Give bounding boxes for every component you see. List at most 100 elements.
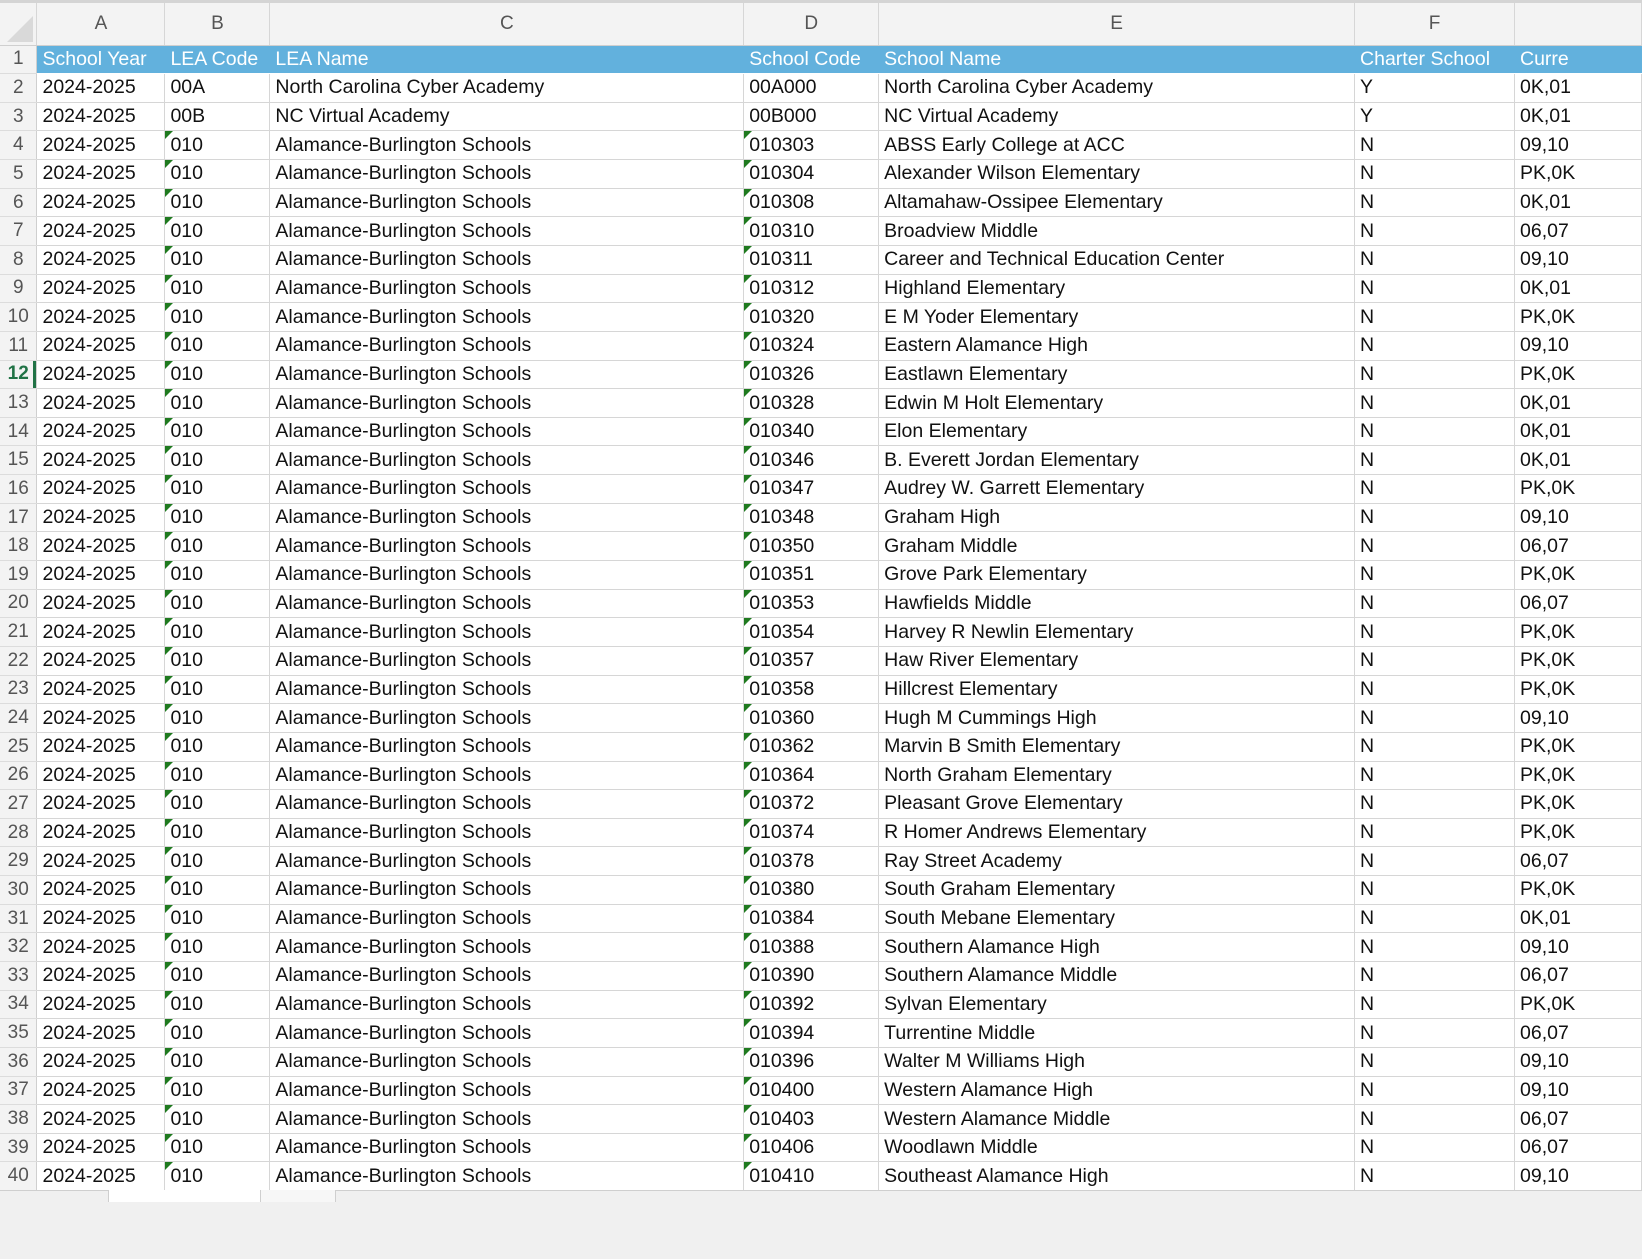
- row-number[interactable]: 30: [0, 875, 38, 905]
- row-number[interactable]: 7: [0, 216, 38, 246]
- data-cell[interactable]: 2024-2025: [36, 1161, 166, 1192]
- row-number[interactable]: 25: [0, 732, 38, 762]
- data-cell[interactable]: 0K,01: [1514, 102, 1642, 132]
- data-cell[interactable]: 2024-2025: [36, 589, 166, 619]
- data-cell[interactable]: 010403: [743, 1104, 880, 1134]
- data-cell[interactable]: Alamance-Burlington Schools: [269, 789, 745, 819]
- data-cell[interactable]: 010: [164, 617, 271, 647]
- data-cell[interactable]: 09,10: [1514, 1047, 1642, 1077]
- row-number[interactable]: 20: [0, 589, 38, 619]
- data-cell[interactable]: 2024-2025: [36, 703, 166, 733]
- data-cell[interactable]: 010347: [743, 474, 880, 504]
- data-cell[interactable]: N: [1354, 388, 1515, 418]
- data-cell[interactable]: PK,0K: [1514, 789, 1642, 819]
- data-cell[interactable]: 2024-2025: [36, 130, 166, 161]
- data-cell[interactable]: 010324: [743, 331, 880, 361]
- data-cell[interactable]: 010311: [743, 245, 880, 275]
- data-cell[interactable]: 010: [164, 961, 271, 991]
- row-number[interactable]: 9: [0, 274, 38, 304]
- row-number[interactable]: 31: [0, 904, 38, 934]
- data-cell[interactable]: N: [1354, 531, 1515, 562]
- row-number[interactable]: 38: [0, 1104, 38, 1134]
- data-cell[interactable]: 010378: [743, 846, 880, 877]
- data-cell[interactable]: 010348: [743, 503, 880, 533]
- data-cell[interactable]: Alamance-Burlington Schools: [269, 188, 745, 218]
- data-cell[interactable]: N: [1354, 503, 1515, 533]
- data-cell[interactable]: Walter M Williams High: [878, 1047, 1356, 1077]
- row-number[interactable]: 28: [0, 818, 38, 848]
- data-cell[interactable]: Alamance-Burlington Schools: [269, 245, 745, 275]
- data-cell[interactable]: Ray Street Academy: [878, 846, 1356, 877]
- data-cell[interactable]: 010328: [743, 388, 880, 418]
- data-cell[interactable]: 010: [164, 818, 271, 848]
- data-cell[interactable]: Hillcrest Elementary: [878, 675, 1356, 705]
- row-number[interactable]: 29: [0, 846, 38, 877]
- data-cell[interactable]: 2024-2025: [36, 503, 166, 533]
- data-cell[interactable]: Y: [1354, 102, 1515, 132]
- data-cell[interactable]: Alamance-Burlington Schools: [269, 990, 745, 1020]
- data-cell[interactable]: 010357: [743, 646, 880, 676]
- data-cell[interactable]: 010: [164, 675, 271, 705]
- data-cell[interactable]: PK,0K: [1514, 990, 1642, 1020]
- data-cell[interactable]: 010394: [743, 1018, 880, 1048]
- header-cell[interactable]: School Name: [878, 45, 1356, 75]
- data-cell[interactable]: 2024-2025: [36, 904, 166, 934]
- data-cell[interactable]: 010: [164, 589, 271, 619]
- data-cell[interactable]: 010396: [743, 1047, 880, 1077]
- data-cell[interactable]: Eastern Alamance High: [878, 331, 1356, 361]
- data-cell[interactable]: N: [1354, 904, 1515, 934]
- data-cell[interactable]: PK,0K: [1514, 818, 1642, 848]
- row-number[interactable]: 4: [0, 130, 38, 161]
- data-cell[interactable]: 06,07: [1514, 1133, 1642, 1163]
- data-cell[interactable]: Alamance-Burlington Schools: [269, 617, 745, 647]
- data-cell[interactable]: 010: [164, 990, 271, 1020]
- data-cell[interactable]: Alamance-Burlington Schools: [269, 445, 745, 476]
- row-number[interactable]: 35: [0, 1018, 38, 1048]
- data-cell[interactable]: N: [1354, 761, 1515, 791]
- data-cell[interactable]: Alamance-Burlington Schools: [269, 732, 745, 762]
- data-cell[interactable]: 010304: [743, 159, 880, 189]
- row-number[interactable]: 16: [0, 474, 38, 504]
- data-cell[interactable]: 2024-2025: [36, 560, 166, 590]
- data-cell[interactable]: 010: [164, 188, 271, 218]
- data-cell[interactable]: 010388: [743, 932, 880, 962]
- data-cell[interactable]: Altamahaw-Ossipee Elementary: [878, 188, 1356, 218]
- data-cell[interactable]: Hawfields Middle: [878, 589, 1356, 619]
- row-number[interactable]: 39: [0, 1133, 38, 1163]
- data-cell[interactable]: 010: [164, 474, 271, 504]
- data-cell[interactable]: Southeast Alamance High: [878, 1161, 1356, 1192]
- data-cell[interactable]: N: [1354, 445, 1515, 476]
- data-cell[interactable]: N: [1354, 331, 1515, 361]
- data-cell[interactable]: 010: [164, 531, 271, 562]
- header-cell[interactable]: LEA Code: [164, 45, 271, 75]
- data-cell[interactable]: 010351: [743, 560, 880, 590]
- data-cell[interactable]: Alamance-Burlington Schools: [269, 761, 745, 791]
- data-cell[interactable]: N: [1354, 961, 1515, 991]
- row-number[interactable]: 17: [0, 503, 38, 533]
- row-number[interactable]: 8: [0, 245, 38, 275]
- data-cell[interactable]: Alamance-Burlington Schools: [269, 675, 745, 705]
- data-cell[interactable]: 010372: [743, 789, 880, 819]
- data-cell[interactable]: Alamance-Burlington Schools: [269, 474, 745, 504]
- data-cell[interactable]: 00A: [164, 73, 271, 103]
- data-cell[interactable]: 010360: [743, 703, 880, 733]
- data-cell[interactable]: 2024-2025: [36, 990, 166, 1020]
- data-cell[interactable]: N: [1354, 188, 1515, 218]
- data-cell[interactable]: Alamance-Burlington Schools: [269, 875, 745, 905]
- data-cell[interactable]: Alamance-Burlington Schools: [269, 130, 745, 161]
- data-cell[interactable]: PK,0K: [1514, 474, 1642, 504]
- header-cell[interactable]: Charter School: [1354, 45, 1515, 75]
- data-cell[interactable]: 06,07: [1514, 1104, 1642, 1134]
- data-cell[interactable]: PK,0K: [1514, 302, 1642, 332]
- data-cell[interactable]: Southern Alamance High: [878, 932, 1356, 962]
- data-cell[interactable]: Alamance-Burlington Schools: [269, 932, 745, 962]
- row-number[interactable]: 33: [0, 961, 38, 991]
- row-number[interactable]: 12: [0, 360, 38, 390]
- data-cell[interactable]: 2024-2025: [36, 331, 166, 361]
- data-cell[interactable]: PK,0K: [1514, 560, 1642, 590]
- data-cell[interactable]: N: [1354, 560, 1515, 590]
- data-cell[interactable]: 09,10: [1514, 932, 1642, 962]
- row-number[interactable]: 24: [0, 703, 38, 733]
- data-cell[interactable]: Alamance-Burlington Schools: [269, 1018, 745, 1048]
- data-cell[interactable]: N: [1354, 846, 1515, 877]
